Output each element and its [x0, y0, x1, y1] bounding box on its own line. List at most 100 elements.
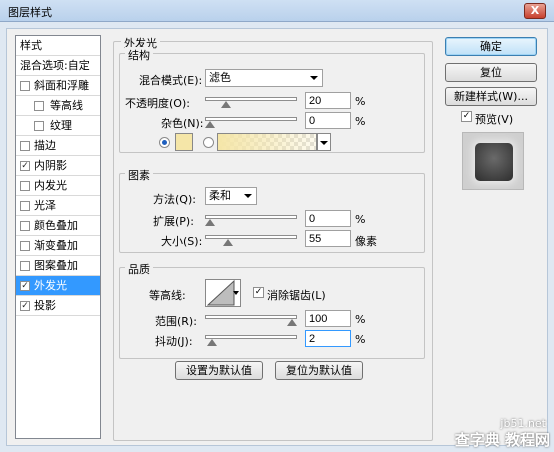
layer-style-label: 外发光 — [34, 279, 67, 292]
contour-label: 等高线: — [149, 289, 186, 302]
preview-shape — [475, 143, 513, 181]
title-bar: 图层样式 X — [0, 0, 554, 22]
elements-title: 图素 — [125, 167, 153, 183]
layer-style-label: 纹理 — [50, 119, 72, 132]
spread-unit: % — [355, 213, 366, 226]
layer-style-item[interactable]: 内发光 — [16, 176, 100, 196]
layer-style-checkbox[interactable] — [20, 81, 30, 91]
contour-picker[interactable] — [205, 279, 241, 307]
slider-thumb[interactable] — [205, 121, 215, 128]
layer-style-checkbox[interactable] — [20, 141, 30, 151]
noise-input[interactable] — [305, 112, 351, 129]
style-preview-thumbnail — [462, 132, 524, 190]
chevron-down-icon — [233, 291, 239, 295]
gradient-preview[interactable] — [217, 133, 317, 151]
range-unit: % — [355, 313, 366, 326]
opacity-slider[interactable] — [205, 97, 297, 108]
layer-style-item[interactable]: ✓ 投影 — [16, 296, 100, 316]
size-label: 大小(S): — [161, 235, 203, 248]
quality-title: 品质 — [125, 261, 153, 277]
watermark-text: 查字典 教程网 — [454, 431, 550, 449]
slider-thumb[interactable] — [205, 219, 215, 226]
make-default-button[interactable]: 设置为默认值 — [175, 361, 263, 380]
method-label: 方法(Q): — [153, 193, 196, 206]
layer-style-item[interactable]: 斜面和浮雕 — [16, 76, 100, 96]
layer-style-label: 内阴影 — [34, 159, 67, 172]
spread-input[interactable] — [305, 210, 351, 227]
blend-mode-label: 混合模式(E): — [139, 74, 203, 87]
styles-list: 样式 混合选项:自定 斜面和浮雕等高线纹理描边 ✓ 内阴影内发光光泽颜色叠加渐变叠加… — [15, 35, 101, 439]
layer-style-checkbox[interactable]: ✓ — [20, 301, 30, 311]
layer-style-item[interactable]: ✓ 外发光 — [16, 276, 100, 296]
method-dropdown[interactable]: 柔和 — [205, 187, 257, 205]
chevron-down-icon — [320, 141, 328, 145]
slider-thumb[interactable] — [221, 101, 232, 108]
spread-label: 扩展(P): — [153, 215, 194, 228]
gradient-picker-button[interactable] — [317, 133, 331, 151]
range-label: 范围(R): — [155, 315, 197, 328]
opacity-label: 不透明度(O): — [125, 97, 190, 110]
ok-button[interactable]: 确定 — [445, 37, 537, 56]
layer-style-item[interactable]: 颜色叠加 — [16, 216, 100, 236]
layer-style-checkbox[interactable] — [34, 121, 44, 131]
layer-style-label: 斜面和浮雕 — [34, 79, 89, 92]
layer-style-label: 投影 — [34, 299, 56, 312]
reset-default-button[interactable]: 复位为默认值 — [275, 361, 363, 380]
spread-slider[interactable] — [205, 215, 297, 226]
styles-header[interactable]: 样式 — [16, 36, 100, 56]
layer-style-label: 图案叠加 — [34, 259, 78, 272]
blend-mode-dropdown[interactable]: 滤色 — [205, 69, 323, 87]
contour-curve-icon — [207, 280, 235, 306]
slider-thumb[interactable] — [206, 339, 217, 346]
new-style-button[interactable]: 新建样式(W)... — [445, 87, 537, 106]
close-button[interactable]: X — [524, 3, 546, 19]
layer-style-checkbox[interactable] — [20, 261, 30, 271]
layer-style-item[interactable]: 描边 — [16, 136, 100, 156]
dialog-client: 样式 混合选项:自定 斜面和浮雕等高线纹理描边 ✓ 内阴影内发光光泽颜色叠加渐变叠加… — [6, 28, 548, 446]
layer-style-item[interactable]: ✓ 内阴影 — [16, 156, 100, 176]
layer-style-item[interactable]: 渐变叠加 — [16, 236, 100, 256]
layer-style-item[interactable]: 纹理 — [16, 116, 100, 136]
chevron-down-icon — [310, 76, 318, 80]
solid-color-radio[interactable] — [159, 137, 170, 148]
blend-options-item[interactable]: 混合选项:自定 — [16, 56, 100, 76]
range-input[interactable] — [305, 310, 351, 327]
layer-style-label: 光泽 — [34, 199, 56, 212]
gradient-radio[interactable] — [203, 137, 214, 148]
layer-style-label: 等高线 — [50, 99, 83, 112]
noise-unit: % — [355, 115, 366, 128]
noise-label: 杂色(N): — [161, 117, 204, 130]
layer-style-checkbox[interactable] — [34, 101, 44, 111]
layer-style-checkbox[interactable]: ✓ — [20, 161, 30, 171]
opacity-input[interactable] — [305, 92, 351, 109]
slider-thumb[interactable] — [223, 239, 234, 246]
range-slider[interactable] — [205, 315, 297, 326]
antialias-checkbox[interactable]: ✓ — [253, 287, 264, 298]
preview-checkbox[interactable]: ✓ — [461, 111, 472, 122]
window-title: 图层样式 — [8, 6, 52, 19]
jitter-input[interactable] — [305, 330, 351, 347]
jitter-slider[interactable] — [205, 335, 297, 346]
noise-slider[interactable] — [205, 117, 297, 128]
preview-label: 预览(V) — [475, 113, 514, 126]
layer-style-checkbox[interactable] — [20, 221, 30, 231]
slider-thumb[interactable] — [287, 319, 297, 326]
antialias-label: 消除锯齿(L) — [267, 289, 326, 302]
glow-color-swatch[interactable] — [175, 133, 193, 151]
layer-style-label: 渐变叠加 — [34, 239, 78, 252]
layer-style-item[interactable]: 图案叠加 — [16, 256, 100, 276]
layer-style-label: 内发光 — [34, 179, 67, 192]
layer-style-item[interactable]: 光泽 — [16, 196, 100, 216]
layer-style-label: 描边 — [34, 139, 56, 152]
opacity-unit: % — [355, 95, 366, 108]
size-slider[interactable] — [205, 235, 297, 246]
layer-style-checkbox[interactable] — [20, 181, 30, 191]
layer-style-item[interactable]: 等高线 — [16, 96, 100, 116]
layer-style-checkbox[interactable]: ✓ — [20, 281, 30, 291]
reset-button[interactable]: 复位 — [445, 63, 537, 82]
structure-title: 结构 — [125, 47, 153, 63]
size-input[interactable] — [305, 230, 351, 247]
layer-style-checkbox[interactable] — [20, 241, 30, 251]
layer-style-checkbox[interactable] — [20, 201, 30, 211]
layer-style-label: 颜色叠加 — [34, 219, 78, 232]
